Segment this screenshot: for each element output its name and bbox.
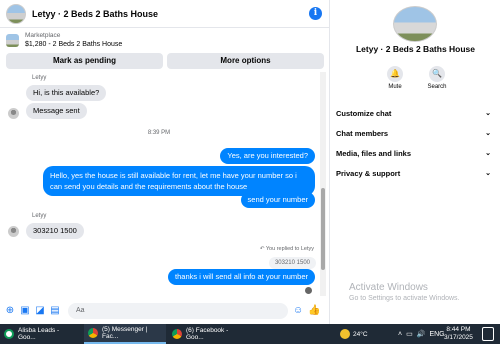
menu-privacy-support[interactable]: Privacy & support ⌄	[336, 166, 491, 180]
quoted-message[interactable]: 303210 1500	[268, 257, 316, 269]
gif-icon[interactable]: ▤	[50, 306, 60, 316]
listing-source: Marketplace	[25, 32, 61, 39]
taskbar-clock[interactable]: 8:44 PM 3/17/2025	[444, 326, 473, 342]
reply-note-text: You replied to Letyy	[265, 246, 314, 252]
taskbar-item-leads[interactable]: Alisba Leads - Goo...	[0, 324, 82, 344]
outgoing-message[interactable]: Yes, are you interested?	[220, 148, 315, 164]
more-options-button[interactable]: More options	[167, 53, 324, 69]
message-composer: ⊕ ▣ ◪ ▤ Aa ☺ 👍	[0, 300, 330, 322]
contact-avatar[interactable]	[6, 3, 26, 24]
weather-widget[interactable]: 24°C	[340, 324, 368, 344]
add-icon[interactable]: ⊕	[5, 306, 15, 316]
bell-icon: 🔔	[387, 66, 403, 82]
profile-name: Letyy · 2 Beds 2 Baths House	[355, 44, 476, 54]
scrollbar-thumb[interactable]	[321, 188, 325, 270]
menu-customize-chat[interactable]: Customize chat ⌄	[336, 106, 491, 120]
mute-button[interactable]: 🔔 Mute	[381, 66, 409, 90]
clock-time: 8:44 PM	[446, 326, 471, 333]
incoming-message[interactable]: 303210 1500	[26, 223, 84, 239]
listing-actions: Mark as pending More options	[6, 53, 324, 69]
conversation-header: Letyy · 2 Beds 2 Baths House i	[0, 0, 330, 28]
sticker-icon[interactable]: ◪	[35, 306, 45, 316]
incoming-message[interactable]: Message sent	[26, 103, 87, 119]
incoming-message[interactable]: Hi, is this available?	[26, 85, 107, 101]
notifications-icon[interactable]	[482, 327, 494, 341]
sender-avatar	[8, 108, 19, 119]
chat-scrollbar[interactable]	[320, 72, 326, 296]
watermark-title: Activate Windows	[349, 282, 428, 293]
menu-chat-members[interactable]: Chat members ⌄	[336, 126, 491, 140]
language-indicator[interactable]: ENG	[429, 331, 444, 338]
menu-label: Customize chat	[336, 108, 392, 118]
info-icon[interactable]: i	[309, 7, 322, 20]
taskbar-item-label: (6) Facebook - Goo...	[186, 327, 229, 341]
mark-as-pending-button[interactable]: Mark as pending	[6, 53, 163, 69]
taskbar-item-facebook[interactable]: (6) Facebook - Goo...	[168, 324, 250, 344]
activate-windows-watermark: Activate Windows Go to Settings to activ…	[349, 282, 460, 302]
search-icon: 🔍	[429, 66, 445, 82]
sun-icon	[340, 329, 350, 339]
listing-price-title: $1,280 - 2 Beds 2 Baths House	[25, 41, 123, 48]
taskbar-item-label: Alisba Leads - Goo...	[18, 327, 60, 341]
like-icon[interactable]: 👍	[308, 306, 320, 316]
menu-label: Chat members	[336, 128, 389, 138]
search-button[interactable]: 🔍 Search	[423, 66, 451, 90]
system-tray: ˄ ▭ 🔊 ENG	[398, 324, 445, 344]
windows-taskbar: Alisba Leads - Goo... (5) Messenger | Fa…	[0, 324, 500, 344]
chevron-down-icon: ⌄	[485, 110, 491, 117]
google-sheets-icon	[4, 329, 14, 339]
taskbar-item-messenger[interactable]: (5) Messenger | Fac...	[84, 324, 166, 344]
menu-media-files-links[interactable]: Media, files and links ⌄	[336, 146, 491, 160]
message-list: Letyy Hi, is this available? Message sen…	[0, 72, 330, 296]
timestamp: 8:39 PM	[147, 130, 171, 136]
menu-label: Media, files and links	[336, 148, 412, 158]
details-panel: Letyy · 2 Beds 2 Baths House 🔔 Mute 🔍 Se…	[331, 0, 500, 324]
seen-avatar	[305, 287, 312, 294]
volume-icon[interactable]: 🔊	[417, 330, 426, 338]
search-label: Search	[427, 84, 447, 90]
menu-label: Privacy & support	[336, 168, 401, 178]
conversation-title[interactable]: Letyy · 2 Beds 2 Baths House	[32, 9, 158, 19]
chevron-down-icon: ⌄	[485, 170, 491, 177]
listing-thumbnail	[6, 33, 19, 47]
clock-date: 3/17/2025	[444, 334, 473, 341]
network-icon[interactable]: ▭	[406, 330, 413, 338]
chrome-icon	[88, 328, 98, 338]
mute-label: Mute	[388, 84, 402, 90]
chevron-down-icon: ⌄	[485, 130, 491, 137]
chevron-down-icon: ⌄	[485, 150, 491, 157]
chevron-up-icon[interactable]: ˄	[398, 331, 402, 338]
watermark-subtitle: Go to Settings to activate Windows.	[349, 295, 460, 302]
outgoing-message[interactable]: thanks i will send all info at your numb…	[168, 269, 315, 285]
profile-avatar[interactable]	[393, 6, 437, 42]
conversation-pane: Letyy · 2 Beds 2 Baths House i Marketpla…	[0, 0, 330, 324]
message-input[interactable]: Aa	[68, 303, 288, 319]
reply-note: ↶ You replied to Letyy	[260, 246, 314, 252]
image-icon[interactable]: ▣	[20, 306, 30, 316]
sender-name: Letyy	[32, 213, 47, 219]
sender-avatar	[8, 226, 19, 237]
outgoing-message[interactable]: send your number	[240, 192, 315, 208]
sender-name: Letyy	[32, 75, 47, 81]
marketplace-listing[interactable]: Marketplace $1,280 - 2 Beds 2 Baths Hous…	[0, 29, 330, 51]
taskbar-item-label: (5) Messenger | Fac...	[102, 326, 148, 340]
chrome-icon	[172, 329, 182, 339]
emoji-icon[interactable]: ☺	[293, 306, 303, 316]
temperature: 24°C	[353, 330, 368, 338]
